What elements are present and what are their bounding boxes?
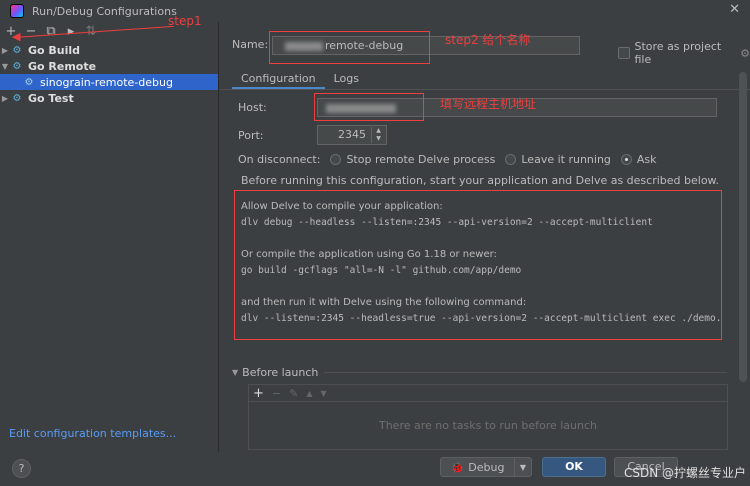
name-row: Name:: [232, 38, 268, 51]
radio-label: Leave it running: [521, 153, 611, 166]
remove-icon[interactable]: −: [272, 387, 281, 400]
go-remote-config-icon: ⚙: [24, 76, 34, 88]
port-field[interactable]: 2345 ▲ ▼: [317, 125, 387, 145]
step2-annotation: step2 给个名称: [445, 33, 531, 47]
move-up-icon[interactable]: ▲: [306, 389, 312, 398]
before-launch-task-list: There are no tasks to run before launch: [248, 402, 728, 450]
port-spinner[interactable]: ▲ ▼: [371, 127, 385, 143]
host-annotation: 填写远程主机地址: [440, 97, 537, 111]
go-remote-icon: ⚙: [12, 60, 22, 72]
move-down-icon[interactable]: ▼: [321, 389, 327, 398]
radio-leave-running[interactable]: Leave it running: [505, 153, 611, 166]
configurations-tree-pane: + − ⧉ ▸ ⇅ ▶ ⚙ Go Build ▼ ⚙ Go Remote ⚙ s…: [0, 22, 219, 452]
title-bar: Run/Debug Configurations ✕: [0, 0, 750, 22]
store-as-project-file[interactable]: Store as project file ⚙: [618, 40, 750, 66]
tab-configuration[interactable]: Configuration: [232, 66, 325, 90]
on-disconnect-row: On disconnect: Stop remote Delve process…: [238, 153, 657, 166]
add-icon[interactable]: +: [253, 386, 264, 401]
bug-icon: 🐞: [450, 460, 465, 474]
configuration-editor: Name: remote-debug Store as project file…: [220, 22, 750, 452]
debug-button[interactable]: 🐞 Debug: [441, 458, 515, 476]
gear-icon[interactable]: ⚙: [740, 47, 750, 60]
instruction-text: and then run it with Delve using the fol…: [241, 297, 527, 308]
chevron-right-icon[interactable]: ▶: [0, 46, 10, 55]
instruction-command: dlv debug --headless --listen=:2345 --ap…: [241, 217, 653, 228]
radio-circle[interactable]: [505, 154, 517, 165]
empty-tasks-text: There are no tasks to run before launch: [378, 419, 598, 432]
ok-button[interactable]: OK: [542, 457, 606, 477]
vertical-scrollbar[interactable]: [739, 72, 747, 382]
tree-group-go-test[interactable]: ▶ ⚙ Go Test: [0, 90, 218, 106]
radio-circle-selected[interactable]: [620, 154, 632, 165]
before-launch-toolbar: + − ✎ ▲ ▼: [248, 384, 728, 402]
port-label: Port:: [238, 129, 264, 142]
step1-arrowhead: ◀: [12, 30, 21, 43]
radio-circle[interactable]: [330, 154, 342, 165]
debug-label: Debug: [468, 460, 505, 474]
tree-item-sinograin-remote-debug[interactable]: ⚙ sinograin-remote-debug: [0, 74, 218, 90]
name-highlight-box: [269, 31, 430, 64]
radio-label: Ask: [636, 153, 657, 166]
port-value: 2345: [338, 128, 366, 141]
radio-label: Stop remote Delve process: [346, 153, 496, 166]
go-build-icon: ⚙: [12, 44, 22, 56]
spinner-up-icon[interactable]: ▲: [372, 127, 385, 135]
tab-bar: Configuration Logs: [232, 66, 368, 90]
instruction-text: Or compile the application using Go 1.18…: [241, 249, 497, 260]
radio-ask[interactable]: Ask: [620, 153, 657, 166]
before-running-text: Before running this configuration, start…: [241, 174, 720, 187]
instruction-command: go build -gcflags "all=-N -l" github.com…: [241, 265, 522, 276]
name-label: Name:: [232, 38, 269, 51]
store-as-project-label: Store as project file: [634, 40, 722, 66]
edit-templates-link[interactable]: Edit configuration templates...: [9, 427, 176, 440]
chevron-down-icon[interactable]: ▼: [0, 62, 10, 71]
tree-group-go-remote[interactable]: ▼ ⚙ Go Remote: [0, 58, 218, 74]
edit-icon[interactable]: ✎: [289, 387, 298, 400]
folder-icon[interactable]: ▸: [64, 24, 78, 39]
host-label: Host:: [238, 101, 267, 114]
chevron-down-icon[interactable]: ▼: [232, 368, 238, 377]
before-launch-label: Before launch: [242, 366, 319, 379]
close-icon[interactable]: ✕: [729, 2, 740, 17]
tab-divider: [220, 89, 750, 90]
tree-group-go-build[interactable]: ▶ ⚙ Go Build: [0, 42, 218, 58]
instruction-command: dlv --listen=:2345 --headless=true --api…: [241, 313, 722, 324]
goland-app-icon: [10, 4, 24, 18]
watermark: CSDN @拧螺丝专业户: [623, 466, 746, 480]
radio-stop-remote-delve[interactable]: Stop remote Delve process: [330, 153, 495, 166]
spinner-down-icon[interactable]: ▼: [372, 135, 385, 143]
debug-split-button[interactable]: 🐞 Debug ▼: [440, 457, 532, 477]
on-disconnect-label: On disconnect:: [238, 153, 321, 166]
tree-item-label: Go Build: [28, 43, 81, 57]
copy-icon[interactable]: ⧉: [44, 24, 58, 39]
window-title: Run/Debug Configurations: [32, 4, 177, 18]
instructions-box: Allow Delve to compile your application:…: [234, 190, 722, 340]
dialog-footer: ? 🐞 Debug ▼ OK Cancel CSDN @拧螺丝专业户: [0, 452, 750, 486]
step1-annotation: step1: [168, 14, 202, 28]
chevron-down-icon[interactable]: ▼: [515, 463, 531, 472]
tree-item-label: Go Remote: [28, 59, 97, 73]
go-test-icon: ⚙: [12, 92, 22, 104]
host-highlight-box: [314, 93, 424, 121]
tree-item-label: Go Test: [28, 91, 74, 105]
instruction-text: Allow Delve to compile your application:: [241, 201, 443, 212]
store-as-project-checkbox[interactable]: [618, 47, 630, 59]
tab-logs[interactable]: Logs: [325, 66, 368, 90]
tree-item-label: sinograin-remote-debug: [40, 75, 173, 89]
help-button[interactable]: ?: [12, 459, 31, 478]
divider: [324, 372, 727, 373]
configurations-tree: ▶ ⚙ Go Build ▼ ⚙ Go Remote ⚙ sinograin-r…: [0, 42, 218, 106]
chevron-right-icon[interactable]: ▶: [0, 94, 10, 103]
before-launch-header[interactable]: ▼ Before launch: [232, 366, 727, 379]
